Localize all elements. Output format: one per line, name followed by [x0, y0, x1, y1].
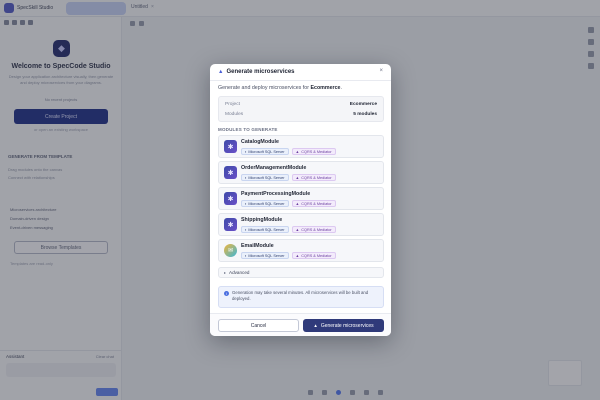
- database-tag: ▪ Microsoft SQL Server: [241, 148, 289, 155]
- database-icon: ▪: [245, 201, 247, 206]
- dialog-footer: Cancel ▲ Generate microservices: [210, 313, 391, 336]
- cube-icon: ✱: [224, 218, 237, 231]
- project-row: Project Ecommerce: [225, 102, 377, 107]
- database-icon: ▪: [245, 227, 247, 232]
- generate-microservices-button[interactable]: ▲ Generate microservices: [303, 319, 384, 332]
- project-summary: Project Ecommerce Modules 5 modules: [218, 96, 384, 122]
- description-project: Ecommerce: [310, 85, 341, 91]
- info-notice: i Generation may take several minutes. A…: [218, 286, 384, 308]
- module-card-catalog: ✱ CatalogModule ▪ Microsoft SQL Server ▲ C…: [218, 135, 384, 158]
- chevron-right-icon: ▸: [224, 270, 227, 275]
- notice-text: Generation may take several minutes. All…: [232, 290, 369, 301]
- cube-icon: ✱: [224, 166, 237, 179]
- database-icon: ▪: [245, 175, 247, 180]
- dialog-description: Generate and deploy microservices for Ec…: [218, 85, 342, 91]
- module-name: CatalogModule: [241, 139, 279, 145]
- dialog-title-text: Generate microservices: [226, 69, 295, 75]
- pattern-tag-label: CQRS & Mediator: [301, 201, 332, 206]
- module-card-payment-processing: ✱ PaymentProcessingModule ▪ Microsoft SQL…: [218, 187, 384, 210]
- database-tag-label: Microsoft SQL Server: [248, 201, 285, 206]
- advanced-toggle[interactable]: ▸ Advanced: [218, 267, 384, 278]
- module-card-email: ✉ EmailModule ▪ Microsoft SQL Server ▲ CQR…: [218, 239, 384, 262]
- deploy-icon: ▲: [218, 69, 224, 75]
- module-name: PaymentProcessingModule: [241, 191, 311, 197]
- generate-button-label: Generate microservices: [320, 322, 374, 329]
- cube-icon: ✱: [224, 192, 237, 205]
- close-icon[interactable]: ×: [379, 68, 383, 74]
- info-icon: i: [224, 291, 229, 296]
- database-tag: ▪ Microsoft SQL Server: [241, 226, 289, 233]
- modules-section-label: MODULES TO GENERATE: [218, 127, 278, 132]
- modules-row: Modules 5 modules: [225, 112, 377, 117]
- modules-label: Modules: [225, 112, 244, 117]
- database-tag: ▪ Microsoft SQL Server: [241, 252, 289, 259]
- module-name: EmailModule: [241, 243, 274, 249]
- description-suffix: .: [340, 85, 342, 91]
- pattern-icon: ▲: [295, 201, 300, 206]
- pattern-tag: ▲ CQRS & Mediator: [291, 148, 336, 155]
- module-tags: ▪ Microsoft SQL Server ▲ CQRS & Mediator: [241, 252, 336, 259]
- cancel-button[interactable]: Cancel: [218, 319, 299, 332]
- module-card-shipping: ✱ ShippingModule ▪ Microsoft SQL Server ▲…: [218, 213, 384, 236]
- description-prefix: Generate and deploy microservices for: [218, 85, 309, 91]
- pattern-tag: ▲ CQRS & Mediator: [291, 252, 336, 259]
- mail-icon: ✉: [224, 244, 237, 257]
- module-tags: ▪ Microsoft SQL Server ▲ CQRS & Mediator: [241, 226, 336, 233]
- pattern-tag: ▲ CQRS & Mediator: [291, 174, 336, 181]
- generate-microservices-dialog: ▲ Generate microservices × Generate and …: [210, 64, 391, 336]
- pattern-tag-label: CQRS & Mediator: [301, 149, 332, 154]
- module-name: ShippingModule: [241, 217, 283, 223]
- database-tag-label: Microsoft SQL Server: [248, 175, 285, 180]
- dialog-title: ▲ Generate microservices: [218, 69, 295, 75]
- pattern-icon: ▲: [295, 253, 300, 258]
- database-tag: ▪ Microsoft SQL Server: [241, 174, 289, 181]
- module-tags: ▪ Microsoft SQL Server ▲ CQRS & Mediator: [241, 200, 336, 207]
- dialog-header: ▲ Generate microservices ×: [210, 64, 391, 81]
- cube-icon: ✱: [224, 140, 237, 153]
- database-tag-label: Microsoft SQL Server: [248, 253, 285, 258]
- pattern-tag-label: CQRS & Mediator: [301, 253, 332, 258]
- pattern-tag-label: CQRS & Mediator: [301, 175, 332, 180]
- pattern-tag: ▲ CQRS & Mediator: [291, 200, 336, 207]
- database-tag-label: Microsoft SQL Server: [248, 149, 285, 154]
- module-tags: ▪ Microsoft SQL Server ▲ CQRS & Mediator: [241, 148, 336, 155]
- database-tag-label: Microsoft SQL Server: [248, 227, 285, 232]
- module-tags: ▪ Microsoft SQL Server ▲ CQRS & Mediator: [241, 174, 336, 181]
- module-card-order-management: ✱ OrderManagementModule ▪ Microsoft SQL S…: [218, 161, 384, 184]
- database-icon: ▪: [245, 253, 247, 258]
- pattern-tag: ▲ CQRS & Mediator: [291, 226, 336, 233]
- deploy-icon: ▲: [313, 323, 318, 328]
- pattern-tag-label: CQRS & Mediator: [301, 227, 332, 232]
- pattern-icon: ▲: [295, 227, 300, 232]
- project-value: Ecommerce: [349, 102, 377, 107]
- advanced-label: Advanced: [229, 270, 250, 275]
- modules-count: 5 modules: [353, 112, 377, 117]
- project-label: Project: [225, 102, 240, 107]
- database-tag: ▪ Microsoft SQL Server: [241, 200, 289, 207]
- module-name: OrderManagementModule: [241, 165, 307, 171]
- database-icon: ▪: [245, 149, 247, 154]
- pattern-icon: ▲: [295, 149, 300, 154]
- pattern-icon: ▲: [295, 175, 300, 180]
